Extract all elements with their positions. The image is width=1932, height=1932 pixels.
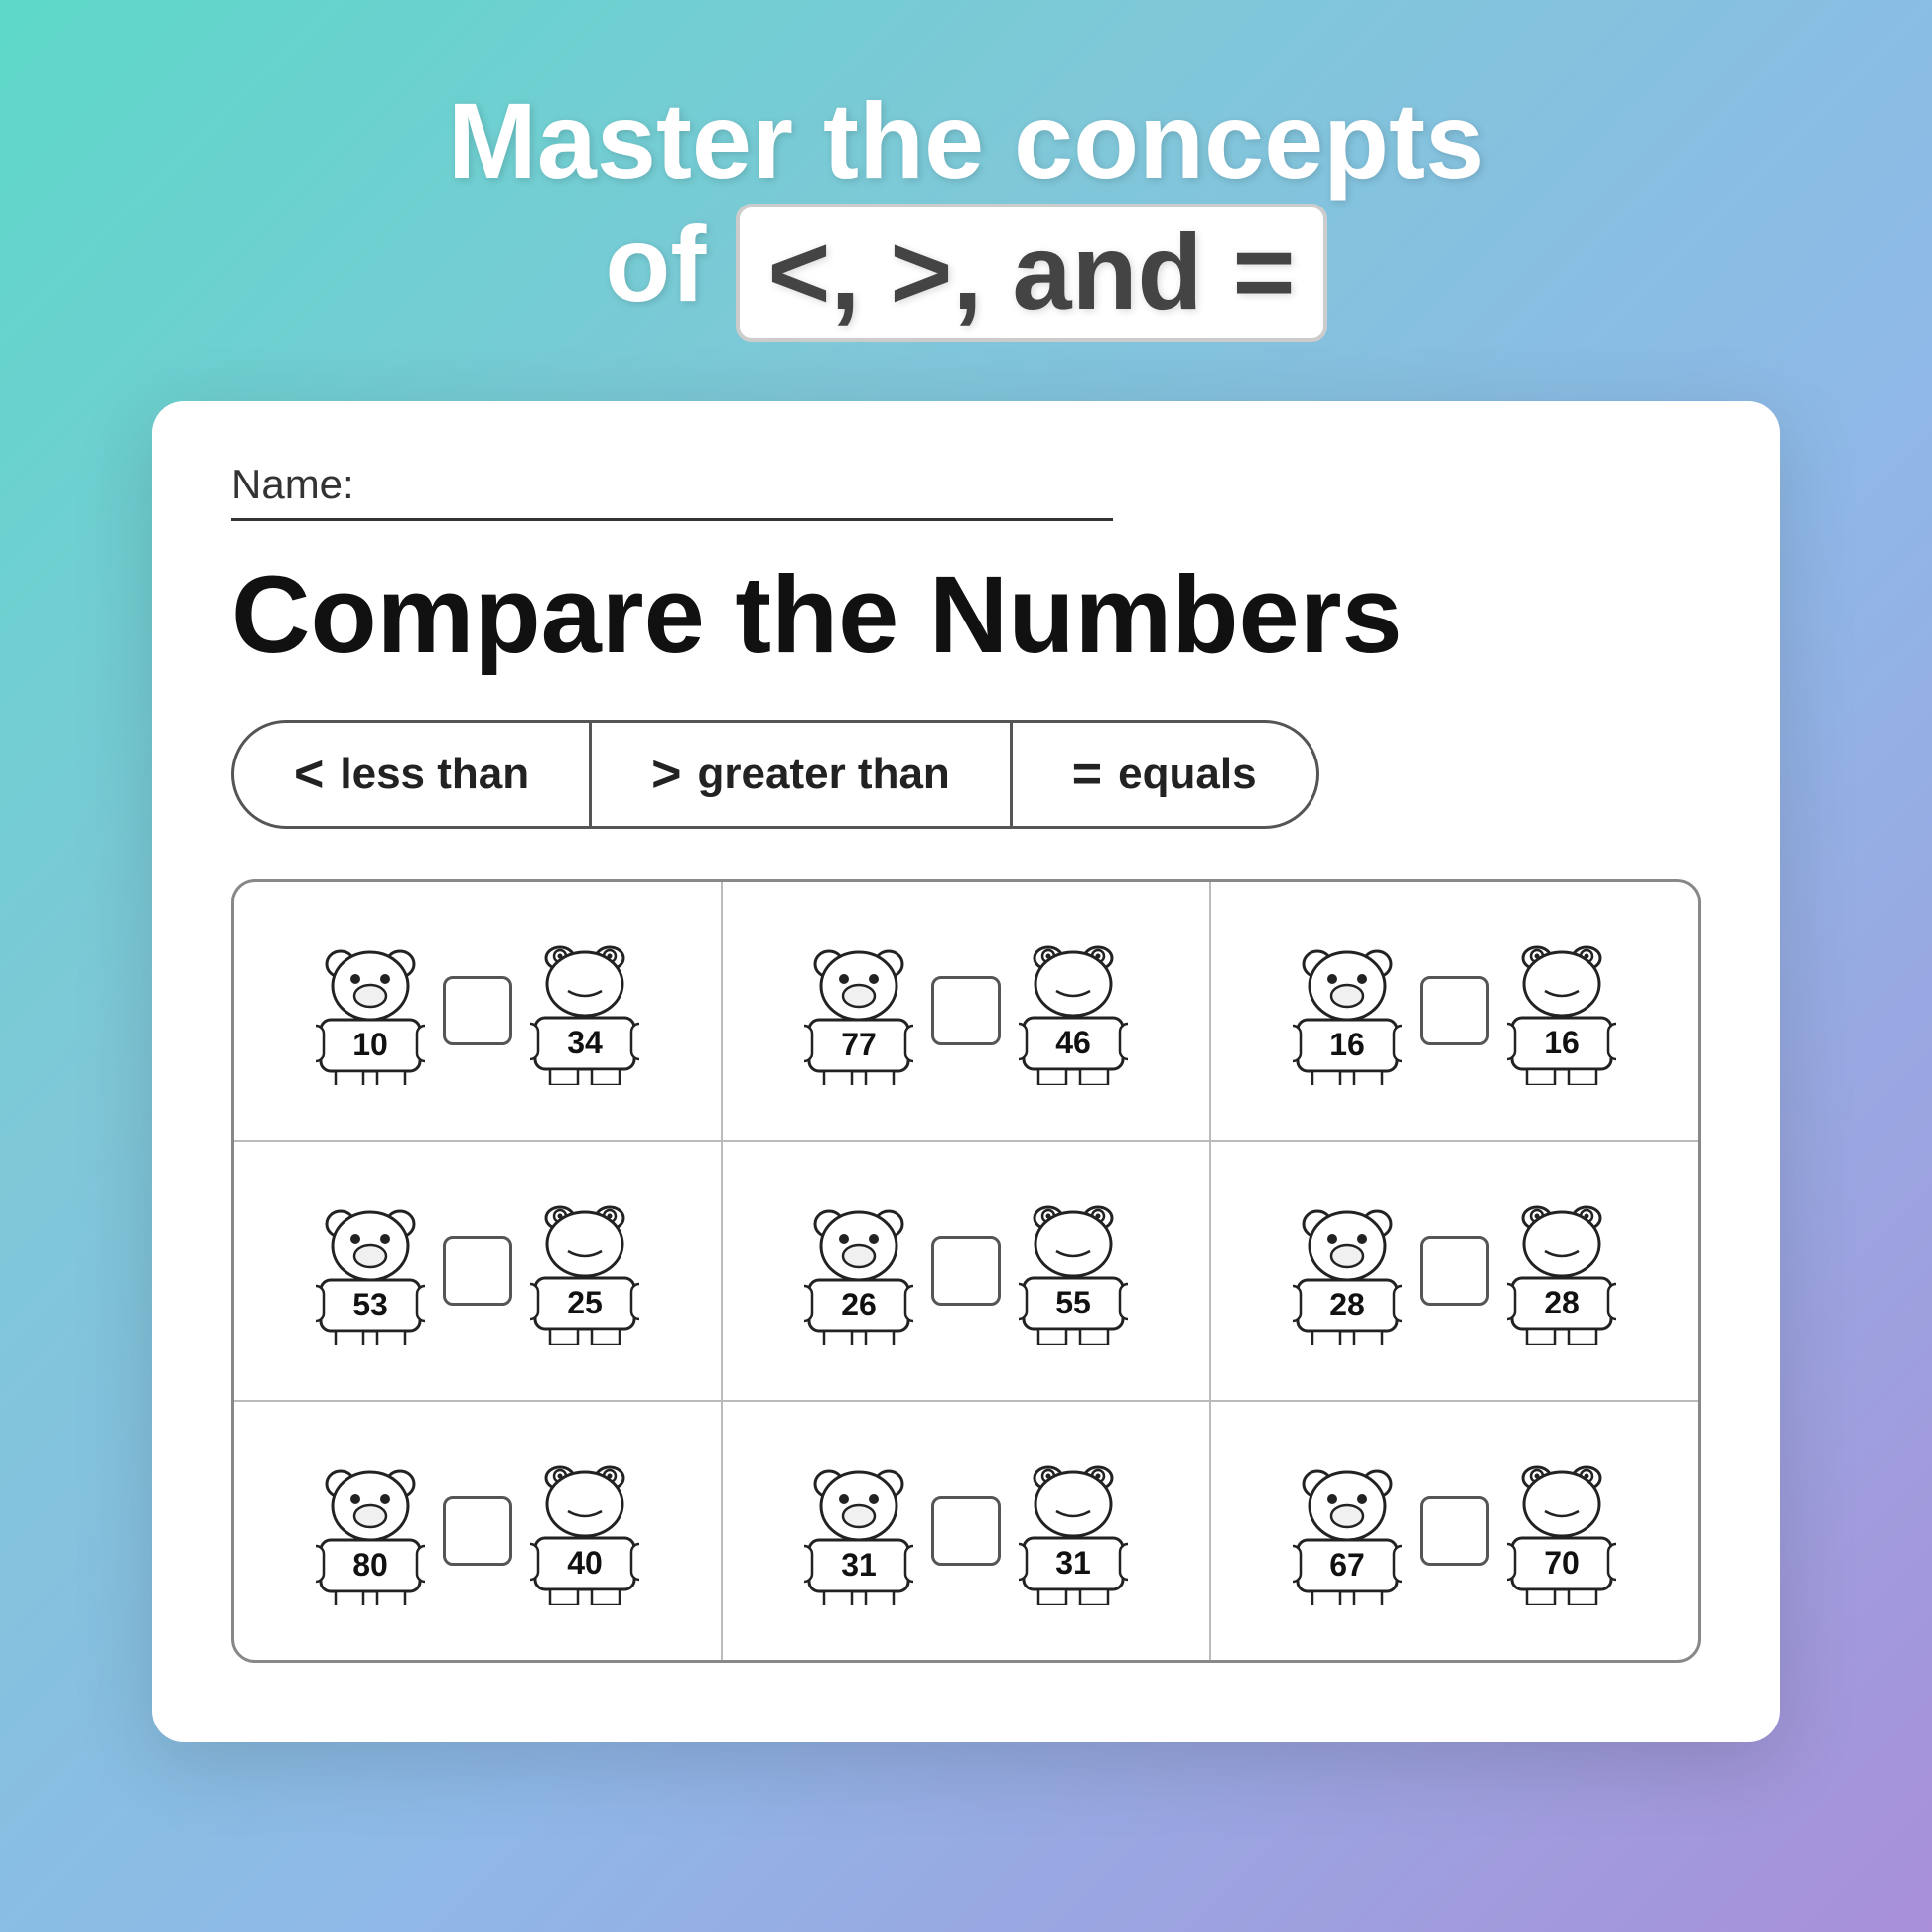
- header-line2-prefix: of: [605, 204, 736, 324]
- problem-display: 77: [804, 936, 1128, 1085]
- answer-box-1-1[interactable]: [443, 976, 512, 1045]
- worksheet: Name: Compare the Numbers < less than > …: [152, 401, 1780, 1742]
- header: Master the concepts of <, >, and =: [0, 0, 1932, 401]
- frog-character-right: 46: [1019, 936, 1128, 1085]
- svg-text:80: 80: [352, 1547, 388, 1583]
- answer-box-1-3[interactable]: [1420, 976, 1489, 1045]
- problem-display: 16: [1293, 936, 1616, 1085]
- problem-2-2: 26: [723, 1142, 1211, 1400]
- greater-than-label: greater than: [698, 750, 950, 799]
- svg-text:55: 55: [1055, 1285, 1091, 1320]
- problem-display: 26: [804, 1196, 1128, 1345]
- bear-character-left: 53: [316, 1196, 425, 1345]
- svg-text:34: 34: [567, 1025, 603, 1060]
- problem-display: 28: [1293, 1196, 1616, 1345]
- svg-text:70: 70: [1544, 1545, 1580, 1581]
- bear-character-left: 80: [316, 1456, 425, 1605]
- svg-text:31: 31: [1055, 1545, 1091, 1581]
- answer-box-2-2[interactable]: [931, 1236, 1001, 1306]
- frog-character-right: 31: [1019, 1456, 1128, 1605]
- answer-box-2-1[interactable]: [443, 1236, 512, 1306]
- problems-grid: 10: [231, 879, 1701, 1663]
- problem-3-3: 67: [1211, 1402, 1698, 1660]
- svg-text:26: 26: [841, 1287, 877, 1322]
- answer-box-3-2[interactable]: [931, 1496, 1001, 1566]
- svg-text:46: 46: [1055, 1025, 1091, 1060]
- frog-character-right: 16: [1507, 936, 1616, 1085]
- less-than-label: less than: [340, 750, 529, 799]
- frog-character-right: 70: [1507, 1456, 1616, 1605]
- header-line1: Master the concepts: [448, 80, 1484, 201]
- frog-character-right: 34: [530, 936, 639, 1085]
- problem-display: 53: [316, 1196, 639, 1345]
- svg-text:16: 16: [1544, 1025, 1580, 1060]
- svg-text:28: 28: [1544, 1285, 1580, 1320]
- legend-equals: = equals: [1013, 723, 1316, 826]
- bear-character-left: 28: [1293, 1196, 1402, 1345]
- problem-display: 67: [1293, 1456, 1616, 1605]
- svg-text:28: 28: [1329, 1287, 1365, 1322]
- problem-3-2: 31: [723, 1402, 1211, 1660]
- problem-1-1: 10: [234, 882, 723, 1140]
- problem-2-3: 28: [1211, 1142, 1698, 1400]
- bear-character-left: 26: [804, 1196, 913, 1345]
- svg-text:10: 10: [352, 1027, 388, 1062]
- problem-1-3: 16: [1211, 882, 1698, 1140]
- frog-character-right: 55: [1019, 1196, 1128, 1345]
- problem-2-1: 53: [234, 1142, 723, 1400]
- bear-character-left: 16: [1293, 936, 1402, 1085]
- problems-row-2: 53: [234, 1142, 1698, 1402]
- problems-row-1: 10: [234, 882, 1698, 1142]
- equals-label: equals: [1118, 750, 1256, 799]
- svg-text:77: 77: [841, 1027, 877, 1062]
- problem-3-1: 80: [234, 1402, 723, 1660]
- svg-text:67: 67: [1329, 1547, 1365, 1583]
- answer-box-1-2[interactable]: [931, 976, 1001, 1045]
- header-title: Master the concepts of <, >, and =: [40, 79, 1892, 342]
- bear-character-left: 10: [316, 936, 425, 1085]
- worksheet-title: Compare the Numbers: [231, 561, 1701, 670]
- svg-text:16: 16: [1329, 1027, 1365, 1062]
- frog-character-right: 40: [530, 1456, 639, 1605]
- problem-1-2: 77: [723, 882, 1211, 1140]
- frog-character-right: 28: [1507, 1196, 1616, 1345]
- answer-box-3-1[interactable]: [443, 1496, 512, 1566]
- name-label: Name:: [231, 461, 354, 508]
- frog-character-right: 25: [530, 1196, 639, 1345]
- svg-text:31: 31: [841, 1547, 877, 1583]
- less-than-symbol: <: [294, 745, 324, 804]
- bear-character-left: 31: [804, 1456, 913, 1605]
- header-highlight: <, >, and =: [736, 204, 1326, 342]
- svg-text:53: 53: [352, 1287, 388, 1322]
- problems-row-3: 80: [234, 1402, 1698, 1660]
- greater-than-symbol: >: [651, 745, 681, 804]
- name-row: Name:: [231, 461, 1113, 521]
- legend-greater-than: > greater than: [592, 723, 1013, 826]
- answer-box-2-3[interactable]: [1420, 1236, 1489, 1306]
- bear-character-left: 77: [804, 936, 913, 1085]
- problem-display: 80: [316, 1456, 639, 1605]
- bear-character-left: 67: [1293, 1456, 1402, 1605]
- equals-symbol: =: [1072, 745, 1102, 804]
- legend: < less than > greater than = equals: [231, 720, 1319, 829]
- svg-text:25: 25: [567, 1285, 603, 1320]
- answer-box-3-3[interactable]: [1420, 1496, 1489, 1566]
- problem-display: 31: [804, 1456, 1128, 1605]
- problem-display: 10: [316, 936, 639, 1085]
- svg-text:40: 40: [567, 1545, 603, 1581]
- legend-less-than: < less than: [234, 723, 592, 826]
